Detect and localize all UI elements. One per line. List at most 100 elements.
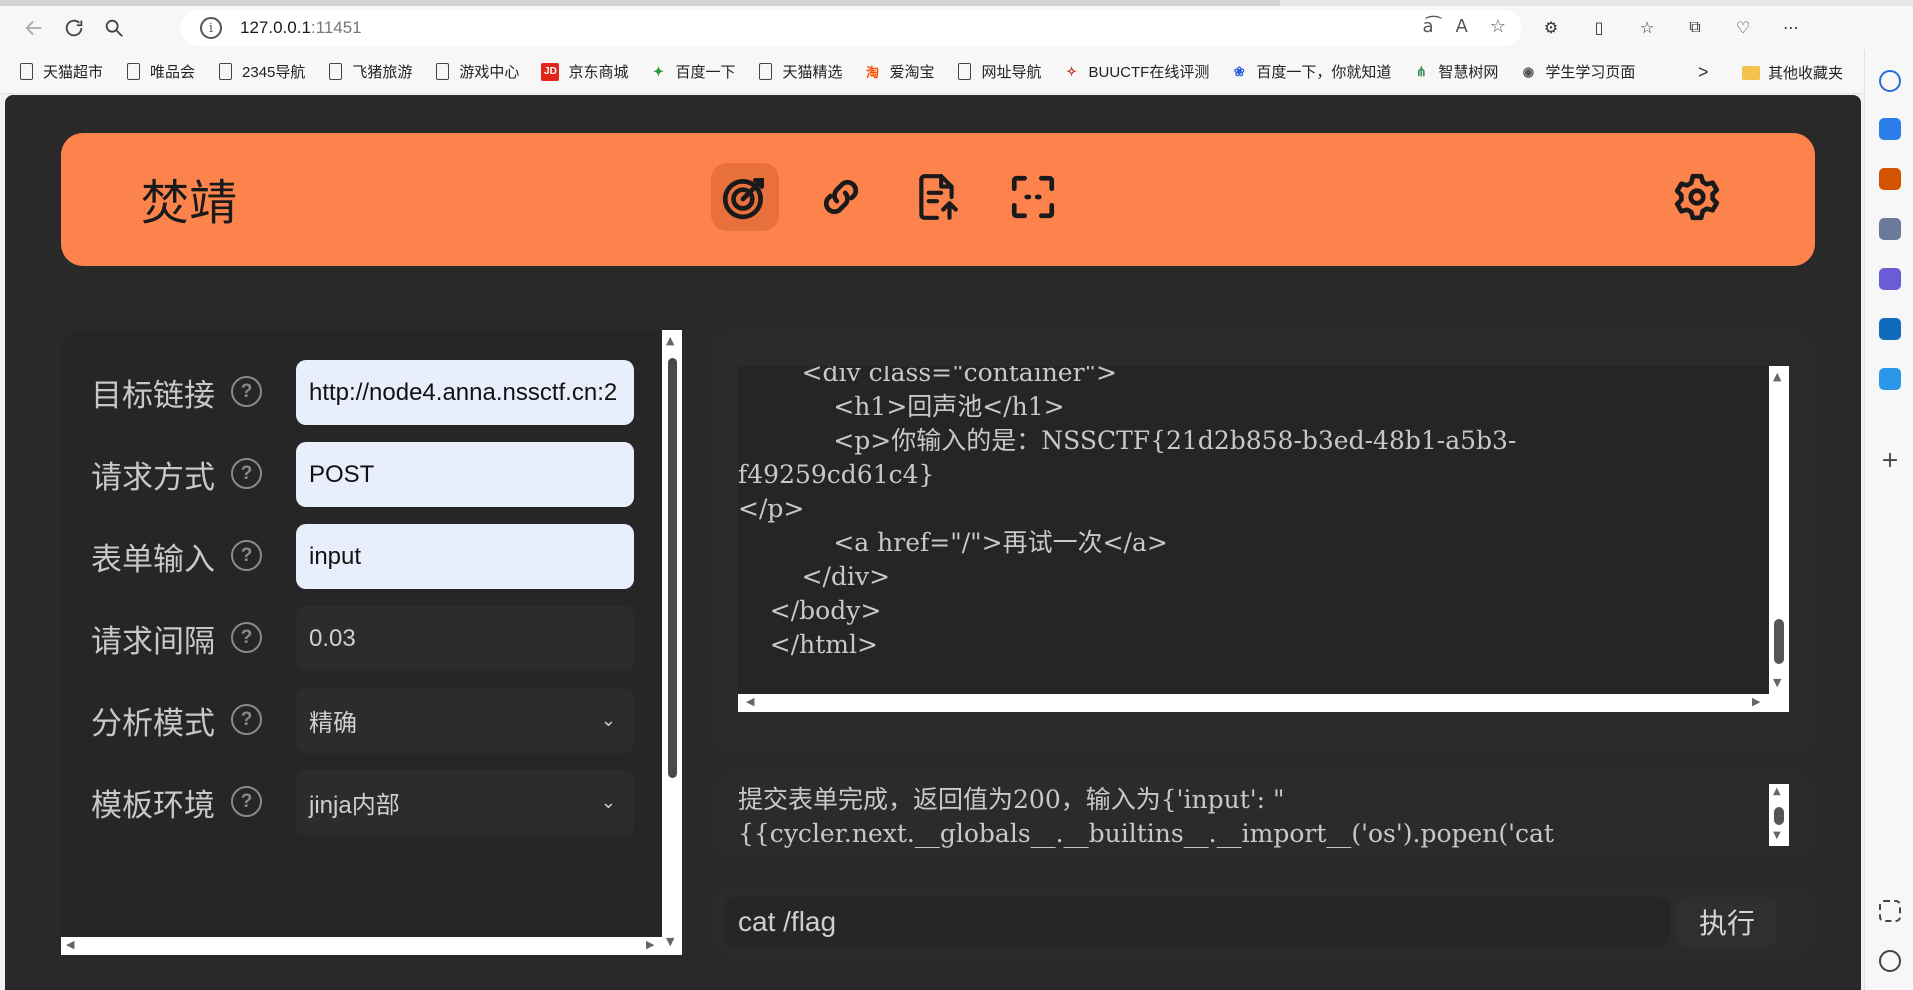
bookmark-item[interactable]: ◉ 学生学习页面 <box>1520 61 1636 82</box>
target-url-input[interactable]: http://node4.anna.nssctf.cn:2 <box>296 360 634 425</box>
response-output-panel: <div class="container"> <h1>回声池</h1> <p>… <box>712 330 1815 753</box>
form-input-label: 表单输入 <box>91 542 215 578</box>
page-icon <box>328 63 342 80</box>
scroll-right-arrow-icon[interactable]: ▶ <box>1752 695 1760 708</box>
chevron-right-icon[interactable]: > <box>1698 62 1709 83</box>
baidu-paw-icon: ❀ <box>1233 63 1245 79</box>
favorite-star-icon[interactable]: ☆ <box>1490 16 1506 37</box>
scroll-up-arrow-icon[interactable]: ▲ <box>1773 786 1781 797</box>
page-icon <box>758 63 772 80</box>
gear-icon[interactable] <box>1663 163 1731 231</box>
scroll-left-arrow-icon[interactable]: ◀ <box>66 938 74 951</box>
search-icon[interactable] <box>1879 70 1901 92</box>
screenshot-icon[interactable] <box>1879 900 1901 922</box>
add-icon[interactable]: + <box>1879 450 1901 472</box>
health-icon[interactable]: ♡ <box>1728 12 1758 42</box>
scroll-right-arrow-icon[interactable]: ▶ <box>646 938 654 951</box>
request-method-input[interactable]: POST <box>296 442 634 507</box>
template-env-label: 模板环境 <box>91 788 215 824</box>
scroll-down-arrow-icon[interactable]: ▼ <box>1773 676 1781 689</box>
target-url-label: 目标链接 <box>91 378 215 414</box>
site-2345-icon: ✦ <box>653 63 664 79</box>
edge-sidebar: + <box>1864 50 1913 990</box>
scroll-down-arrow-icon[interactable]: ▼ <box>666 935 674 948</box>
target-icon[interactable] <box>711 163 779 231</box>
bookmark-item[interactable]: 唯品会 <box>125 61 195 82</box>
command-input[interactable]: cat /flag <box>724 897 1670 947</box>
form-row-target: 目标链接 ? http://node4.anna.nssctf.cn:2 <box>61 360 661 426</box>
help-icon[interactable]: ? <box>231 622 262 653</box>
form-row-input: 表单输入 ? input <box>61 524 661 590</box>
status-log-panel: 提交表单完成，返回值为200，输入为{'input': " {{cycler.n… <box>712 772 1815 857</box>
template-env-select[interactable]: jinja内部 ⌄ <box>296 770 634 835</box>
games-icon[interactable] <box>1879 218 1901 240</box>
scrollbar-thumb[interactable] <box>1774 807 1784 825</box>
toolbox-icon[interactable] <box>1879 168 1901 190</box>
bookmark-item[interactable]: 游戏中心 <box>434 61 519 82</box>
help-icon[interactable]: ? <box>231 786 262 817</box>
form-vertical-scrollbar[interactable]: ▲ ▼ <box>662 330 682 955</box>
extensions-icon[interactable]: ⚙ <box>1536 12 1566 42</box>
collections-icon[interactable]: ⧉ <box>1680 12 1710 42</box>
output-horizontal-scrollbar[interactable]: ◀ ▶ <box>738 694 1789 712</box>
split-screen-icon[interactable]: ▯ <box>1584 12 1614 42</box>
scroll-up-arrow-icon[interactable]: ▲ <box>1773 370 1781 383</box>
refresh-button[interactable] <box>54 8 94 48</box>
execute-button[interactable]: 执行 <box>1677 897 1777 947</box>
search-button[interactable] <box>94 8 134 48</box>
link-icon[interactable] <box>807 163 875 231</box>
form-input-field[interactable]: input <box>296 524 634 589</box>
page-icon <box>218 63 232 80</box>
bookmark-item[interactable]: ❀ 百度一下，你就知道 <box>1231 61 1391 82</box>
scroll-up-arrow-icon[interactable]: ▲ <box>666 334 674 347</box>
bookmark-item[interactable]: 天猫精选 <box>757 61 842 82</box>
favorites-icon[interactable]: ☆ <box>1632 12 1662 42</box>
help-icon[interactable]: ? <box>231 376 262 407</box>
bookmark-item[interactable]: 网址导航 <box>957 61 1042 82</box>
back-button[interactable] <box>14 8 54 48</box>
bookmark-item[interactable]: ✧ BUUCTF在线评测 <box>1064 61 1209 82</box>
output-vertical-scrollbar[interactable]: ▲ ▼ <box>1769 366 1789 694</box>
settings-icon[interactable] <box>1879 950 1901 972</box>
help-icon[interactable]: ? <box>231 540 262 571</box>
file-upload-icon[interactable] <box>903 163 971 231</box>
help-icon[interactable]: ? <box>231 458 262 489</box>
scroll-down-arrow-icon[interactable]: ▼ <box>1773 830 1781 841</box>
scroll-left-arrow-icon[interactable]: ◀ <box>746 695 754 708</box>
other-favorites-folder[interactable]: 其他收藏夹 <box>1742 62 1843 83</box>
help-icon[interactable]: ? <box>231 704 262 735</box>
status-vertical-scrollbar[interactable]: ▲ ▼ <box>1769 784 1789 846</box>
read-aloud-icon[interactable]: A <box>1456 16 1468 37</box>
bookmark-item[interactable]: JD 京东商城 <box>541 61 628 82</box>
search-icon <box>105 19 123 37</box>
outlook-icon[interactable] <box>1879 318 1901 340</box>
request-interval-input[interactable]: 0.03 <box>296 606 634 671</box>
translate-icon[interactable]: a͡ <box>1423 16 1434 37</box>
send-icon[interactable] <box>1879 368 1901 390</box>
scrollbar-thumb[interactable] <box>668 358 677 778</box>
bookmark-item[interactable]: ⋔ 智慧树网 <box>1413 61 1498 82</box>
bookmark-item[interactable]: 2345导航 <box>217 61 305 82</box>
info-icon[interactable]: i <box>200 17 222 39</box>
shopping-tag-icon[interactable] <box>1879 118 1901 140</box>
scrollbar-thumb[interactable] <box>1774 619 1784 664</box>
globe-icon: ◉ <box>1522 63 1535 79</box>
analysis-mode-label: 分析模式 <box>91 706 215 742</box>
bookmark-item[interactable]: 淘爱淘宝 <box>864 61 935 82</box>
address-bar[interactable]: i 127.0.0.1:11451 a͡ A ☆ <box>180 10 1522 46</box>
bookmark-item[interactable]: ✦ 百度一下 <box>650 61 735 82</box>
analysis-mode-select[interactable]: 精确 ⌄ <box>296 688 634 753</box>
bookmark-item[interactable]: 飞猪旅游 <box>327 61 412 82</box>
command-panel: cat /flag 执行 <box>712 887 1815 957</box>
back-arrow-icon <box>25 20 42 36</box>
app-header: 焚靖 <box>61 133 1815 266</box>
more-menu-icon[interactable]: ⋯ <box>1776 12 1806 42</box>
bookmark-item[interactable]: 天猫超市 <box>18 61 103 82</box>
status-log-text: 提交表单完成，返回值为200，输入为{'input': " {{cycler.n… <box>738 785 1554 848</box>
brand-title: 焚靖 <box>141 175 238 231</box>
scan-icon[interactable] <box>999 163 1067 231</box>
chevron-down-icon: ⌄ <box>600 792 616 812</box>
form-horizontal-scrollbar[interactable]: ◀ ▶ <box>61 937 662 955</box>
response-code-view[interactable]: <div class="container"> <h1>回声池</h1> <p>… <box>738 366 1789 712</box>
copilot-icon[interactable] <box>1879 268 1901 290</box>
